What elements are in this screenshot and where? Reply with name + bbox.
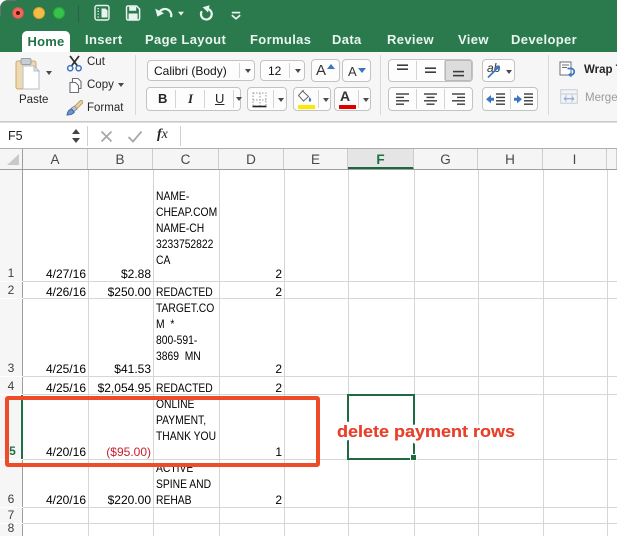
svg-text:delete payment rows: delete payment rows [337,422,515,441]
